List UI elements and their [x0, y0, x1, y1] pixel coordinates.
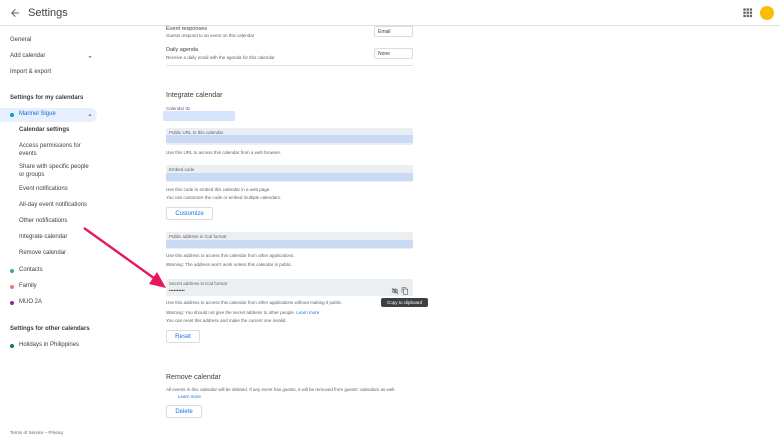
learn-more-link[interactable]: Learn more [296, 310, 319, 315]
ical-secret-field[interactable]: Secret address in iCal format •••••••••• [166, 279, 413, 296]
sidebar-sub-share[interactable]: Share with specific people or groups [19, 163, 91, 179]
sidebar-calendar-family[interactable]: Family [19, 283, 37, 289]
sidebar-sub-remove-calendar[interactable]: Remove calendar [19, 250, 66, 256]
daily-agenda-label: Daily agenda [166, 47, 199, 53]
calendar-id-value[interactable] [163, 111, 235, 121]
avatar[interactable] [760, 6, 774, 20]
delete-button[interactable]: Delete [166, 405, 202, 418]
other-calendars-heading: Settings for other calendars [10, 326, 90, 332]
copy-tooltip: Copy to clipboard [381, 298, 428, 307]
public-url-help: Use this URL to access this calendar fro… [166, 150, 282, 155]
sidebar-sub-integrate-calendar[interactable]: Integrate calendar [19, 234, 67, 240]
embed-code-label: Embed code [169, 167, 195, 172]
calendar-color-dot [10, 344, 14, 348]
embed-help-2: You can customize the code or embed mult… [166, 195, 282, 200]
remove-help: All events in this calendar will be dele… [166, 387, 396, 392]
sidebar-sub-all-day-notifications[interactable]: All-day event notifications [19, 202, 87, 208]
visibility-off-icon[interactable] [391, 287, 399, 295]
reset-button[interactable]: Reset [166, 330, 200, 343]
ical-public-warning: Warning: The address won't work unless t… [166, 262, 293, 267]
chevron-up-icon[interactable] [86, 111, 94, 119]
apps-grid-icon[interactable] [742, 7, 753, 18]
sidebar-item-import-export[interactable]: Import & export [10, 69, 51, 75]
ical-secret-warning-text: Warning: You should not give the secret … [166, 310, 295, 315]
calendar-color-dot [10, 269, 14, 273]
customize-button[interactable]: Customize [166, 207, 213, 220]
sidebar-sub-event-notifications[interactable]: Event notifications [19, 186, 68, 192]
top-bar: Settings [0, 0, 780, 26]
footer: Terms of Service – Privacy [10, 430, 63, 435]
sidebar-sub-access-permissions[interactable]: Access permissions for events [19, 142, 89, 158]
daily-agenda-desc: Receive a daily email with the agenda fo… [166, 55, 275, 60]
ical-secret-warning: Warning: You should not give the secret … [166, 310, 319, 315]
sidebar-calendar-contacts[interactable]: Contacts [19, 267, 43, 273]
ical-secret-help: Use this address to access this calendar… [166, 300, 343, 305]
embed-help: Use this code to embed this calendar in … [166, 187, 271, 192]
page-title: Settings [28, 7, 68, 19]
reset-help: You can reset this address and make the … [166, 318, 287, 323]
my-calendars-heading: Settings for my calendars [10, 95, 84, 101]
ical-public-help: Use this address to access this calendar… [166, 253, 295, 258]
ical-public-label: Public address in iCal format [169, 234, 227, 239]
remove-learn-more-link[interactable]: Learn more [178, 394, 203, 399]
sidebar-item-general[interactable]: General [10, 37, 31, 43]
sidebar-sub-calendar-settings[interactable]: Calendar settings [19, 127, 69, 133]
back-arrow-icon[interactable] [9, 7, 21, 19]
privacy-link[interactable]: Privacy [49, 430, 64, 435]
copy-icon[interactable] [401, 287, 409, 295]
integrate-calendar-title: Integrate calendar [166, 92, 223, 99]
public-url-value [166, 135, 413, 143]
embed-code-value [166, 173, 413, 181]
calendar-color-dot [10, 301, 14, 305]
sidebar: General Add calendar Import & export Set… [0, 26, 150, 438]
ical-secret-label: Secret address in iCal format [169, 281, 228, 286]
sidebar-item-add-calendar[interactable]: Add calendar [10, 53, 45, 59]
calendar-color-dot [10, 113, 14, 117]
remove-calendar-title: Remove calendar [166, 374, 221, 381]
sidebar-user-calendar[interactable]: Marinel Sigue [19, 111, 56, 117]
ical-public-value [166, 240, 413, 248]
sidebar-calendar-holidays[interactable]: Holidays in Philippines [19, 342, 79, 348]
terms-link[interactable]: Terms of Service [10, 430, 44, 435]
ical-secret-value: •••••••••• [169, 288, 185, 293]
event-responses-select[interactable]: Email [374, 26, 413, 37]
event-responses-label: Event responses [166, 26, 207, 32]
chevron-down-icon[interactable] [86, 53, 94, 61]
sidebar-sub-other-notifications[interactable]: Other notifications [19, 218, 67, 224]
sidebar-calendar-muo-2a[interactable]: MUO 2A [19, 299, 42, 305]
calendar-color-dot [10, 285, 14, 289]
divider [166, 65, 413, 66]
event-responses-desc: Guests respond to an event on this calen… [166, 33, 255, 38]
daily-agenda-select[interactable]: None [374, 48, 413, 59]
